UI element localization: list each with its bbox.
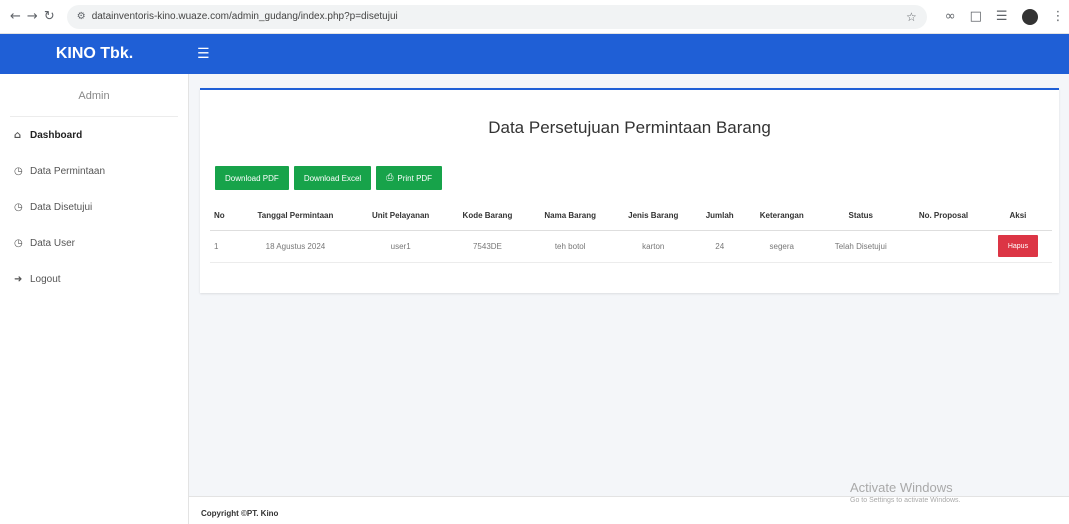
copyright-text: Copyright ©PT. Kino bbox=[201, 509, 279, 518]
cell-status: Telah Disetujui bbox=[818, 230, 904, 263]
sidebar-item-data-permintaan[interactable]: ◷ Data Permintaan bbox=[0, 153, 188, 189]
cell-kode: 7543DE bbox=[446, 230, 529, 263]
sidebar-icon[interactable]: ☰ bbox=[996, 9, 1008, 24]
sidebar-item-label: Data Permintaan bbox=[30, 165, 106, 177]
sidebar-item-data-user[interactable]: ◷ Data User bbox=[0, 225, 188, 261]
delete-button[interactable]: Hapus bbox=[997, 235, 1039, 257]
col-kode[interactable]: Kode Barang bbox=[446, 202, 529, 231]
sidebar: Admin ⌂ Dashboard ◷ Data Permintaan ◷ Da… bbox=[0, 74, 189, 524]
site-info-icon[interactable]: ⚙ bbox=[77, 11, 86, 22]
cell-aksi: Hapus bbox=[983, 230, 1052, 263]
table-row: 1 18 Agustus 2024 user1 7543DE teh botol… bbox=[210, 230, 1052, 263]
profile-avatar[interactable] bbox=[1021, 8, 1038, 25]
browser-toolbar: ← → ↻ ⚙ datainventoris-kino.wuaze.com/ad… bbox=[0, 0, 1069, 34]
download-pdf-label: Download PDF bbox=[225, 173, 279, 183]
cell-unit: user1 bbox=[354, 230, 447, 263]
cell-jumlah: 24 bbox=[694, 230, 746, 263]
home-icon: ⌂ bbox=[14, 129, 22, 141]
col-keterangan[interactable]: Keterangan bbox=[745, 202, 819, 231]
activate-windows-watermark: Activate Windows Go to Settings to activ… bbox=[850, 480, 961, 504]
download-excel-button[interactable]: Download Excel bbox=[293, 166, 372, 190]
col-nama[interactable]: Nama Barang bbox=[528, 202, 613, 231]
top-navbar: KINO Tbk. ☰ bbox=[0, 34, 1069, 74]
sidebar-item-data-disetujui[interactable]: ◷ Data Disetujui bbox=[0, 189, 188, 225]
back-icon[interactable]: ← bbox=[10, 9, 21, 24]
bookmark-star-icon[interactable]: ☆ bbox=[906, 10, 917, 24]
clock-icon: ◷ bbox=[14, 201, 23, 213]
sidebar-item-label: Data Disetujui bbox=[30, 201, 93, 213]
col-aksi: Aksi bbox=[983, 202, 1052, 231]
export-button-group: Download PDF Download Excel ⎙ Print PDF bbox=[215, 166, 443, 190]
sidebar-item-logout[interactable]: ➜ Logout bbox=[0, 261, 188, 297]
sidebar-item-label: Dashboard bbox=[30, 129, 83, 141]
page-title: Data Persetujuan Permintaan Barang bbox=[488, 118, 771, 137]
kebab-menu-icon[interactable]: ⋮ bbox=[1052, 9, 1065, 24]
col-jumlah[interactable]: Jumlah bbox=[694, 202, 746, 231]
watermark-subtitle: Go to Settings to activate Windows. bbox=[850, 497, 961, 504]
content-card: Data Persetujuan Permintaan Barang Downl… bbox=[200, 88, 1059, 293]
approval-table: No Tanggal Permintaan Unit Pelayanan Kod… bbox=[210, 202, 1052, 263]
cell-nama: teh botol bbox=[528, 230, 613, 263]
print-icon: ⎙ bbox=[386, 173, 394, 183]
brand-title[interactable]: KINO Tbk. bbox=[0, 45, 189, 63]
col-proposal[interactable]: No. Proposal bbox=[903, 202, 984, 231]
col-unit[interactable]: Unit Pelayanan bbox=[354, 202, 447, 231]
cell-proposal bbox=[903, 230, 984, 263]
col-no[interactable]: No bbox=[210, 202, 237, 231]
print-pdf-button[interactable]: ⎙ Print PDF bbox=[376, 166, 443, 190]
clock-icon: ◷ bbox=[14, 237, 23, 249]
cell-jenis: karton bbox=[612, 230, 695, 263]
url-text: datainventoris-kino.wuaze.com/admin_guda… bbox=[91, 11, 398, 22]
sidebar-item-dashboard[interactable]: ⌂ Dashboard bbox=[0, 117, 188, 153]
address-bar[interactable]: ⚙ datainventoris-kino.wuaze.com/admin_gu… bbox=[66, 4, 927, 29]
print-pdf-label: Print PDF bbox=[397, 173, 433, 183]
col-jenis[interactable]: Jenis Barang bbox=[612, 202, 695, 231]
hamburger-icon[interactable]: ☰ bbox=[197, 46, 210, 62]
watermark-title: Activate Windows bbox=[850, 480, 953, 495]
download-excel-label: Download Excel bbox=[303, 173, 362, 183]
sign-out-icon: ➜ bbox=[14, 273, 23, 285]
reload-icon[interactable]: ↻ bbox=[44, 9, 55, 24]
window-icon[interactable]: □ bbox=[970, 9, 982, 24]
forward-icon[interactable]: → bbox=[27, 9, 38, 24]
extension-icon[interactable]: ∞ bbox=[945, 9, 956, 24]
browser-actions: ∞ □ ☰ ⋮ bbox=[945, 8, 1065, 25]
sidebar-item-label: Logout bbox=[30, 273, 61, 285]
table-header-row: No Tanggal Permintaan Unit Pelayanan Kod… bbox=[210, 202, 1052, 231]
col-tanggal[interactable]: Tanggal Permintaan bbox=[236, 202, 355, 231]
col-status[interactable]: Status bbox=[818, 202, 904, 231]
clock-icon: ◷ bbox=[14, 165, 23, 177]
sidebar-user-label: Admin bbox=[10, 74, 178, 117]
cell-keterangan: segera bbox=[745, 230, 819, 263]
sidebar-item-label: Data User bbox=[30, 237, 76, 249]
cell-tanggal: 18 Agustus 2024 bbox=[236, 230, 355, 263]
cell-no: 1 bbox=[210, 230, 237, 263]
download-pdf-button[interactable]: Download PDF bbox=[215, 166, 289, 190]
